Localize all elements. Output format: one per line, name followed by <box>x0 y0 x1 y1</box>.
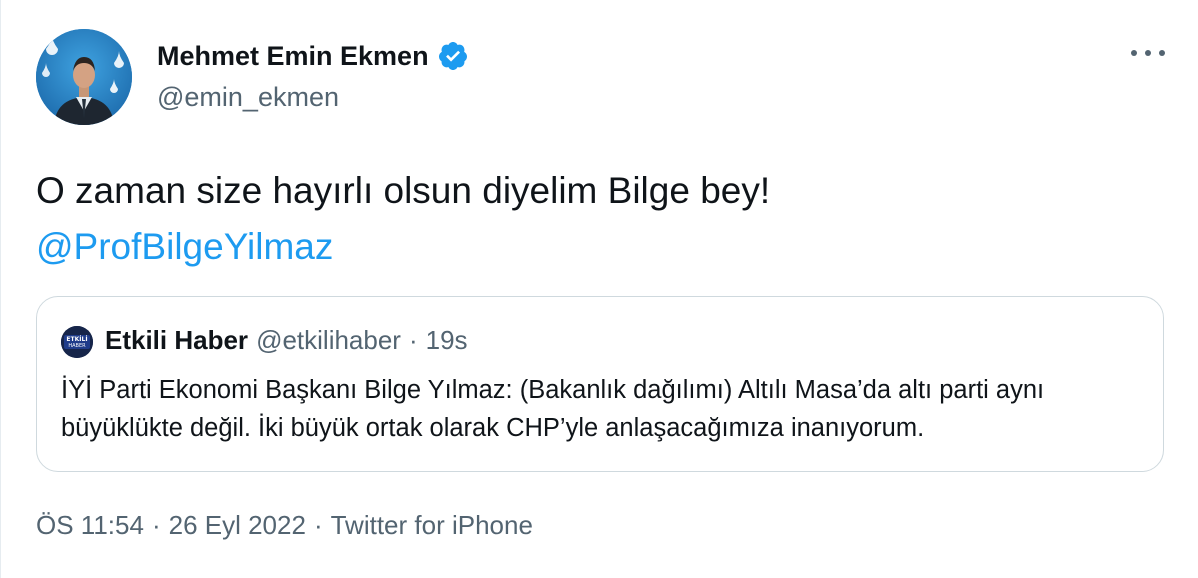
quoted-author-avatar[interactable]: ETKİLİ HABER <box>61 326 93 358</box>
quoted-author-name[interactable]: Etkili Haber <box>105 325 248 356</box>
more-dot <box>1145 50 1151 56</box>
quoted-separator: · <box>408 325 418 355</box>
author-name-row: Mehmet Emin Ekmen <box>157 40 469 72</box>
more-options-icon[interactable] <box>1131 42 1165 64</box>
tweet-source[interactable]: Twitter for iPhone <box>331 510 533 540</box>
quoted-tweet-text: İYİ Parti Ekonomi Başkanı Bilge Yılmaz: … <box>61 376 1045 442</box>
tweet-body: O zaman size hayırlı olsun diyelim Bilge… <box>36 170 771 211</box>
meta-separator: · <box>151 510 161 540</box>
quoted-tweet-card[interactable]: ETKİLİ HABER Etkili Haber @etkilihaber ·… <box>36 296 1164 472</box>
tweet-text: O zaman size hayırlı olsun diyelim Bilge… <box>36 163 1156 275</box>
author-name[interactable]: Mehmet Emin Ekmen <box>157 41 429 72</box>
meta-separator: · <box>313 510 323 540</box>
quoted-timestamp[interactable]: 19s <box>426 325 468 356</box>
mention-link[interactable]: @ProfBilgeYilmaz <box>36 226 333 267</box>
verified-badge-icon <box>438 42 467 70</box>
quoted-tweet-header: Etkili Haber @etkilihaber · 19s <box>105 325 468 356</box>
logo-text-top: ETKİLİ <box>66 336 87 343</box>
avatar-photo <box>36 29 132 125</box>
author-handle[interactable]: @emin_ekmen <box>157 82 339 113</box>
author-avatar[interactable] <box>36 29 132 125</box>
more-dot <box>1131 50 1137 56</box>
tweet-metadata: ÖS 11:54 · 26 Eyl 2022 · Twitter for iPhone <box>36 510 533 541</box>
logo-text-bottom: HABER <box>68 343 86 349</box>
tweet-date[interactable]: 26 Eyl 2022 <box>169 510 306 540</box>
quoted-author-handle[interactable]: @etkilihaber <box>256 325 401 356</box>
etkili-haber-logo-icon: ETKİLİ HABER <box>61 326 93 358</box>
more-dot <box>1159 50 1165 56</box>
tweet-time[interactable]: ÖS 11:54 <box>36 510 144 540</box>
left-border <box>0 0 1 578</box>
